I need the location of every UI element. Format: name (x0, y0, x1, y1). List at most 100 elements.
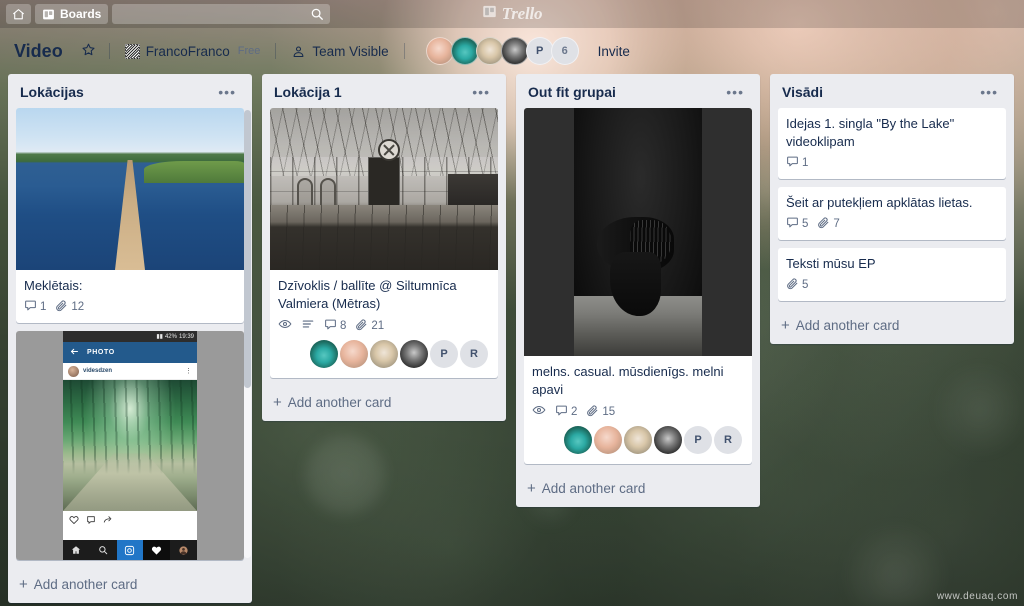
avatar[interactable]: R (714, 426, 742, 454)
comment-badge: 2 (555, 404, 577, 420)
list-lokacijas: Lokācijas ••• Meklētais: 1 12 ▮▮ 42% 19:… (8, 74, 252, 603)
card-body: Meklētais: 1 12 (16, 270, 244, 323)
card-cover-greenhouse-photo (270, 108, 498, 270)
add-card-label: Add another card (795, 318, 900, 333)
avatar[interactable] (500, 37, 529, 65)
add-card-label: Add another card (541, 481, 646, 496)
comment-count: 2 (571, 405, 578, 418)
list-header: Lokācijas ••• (8, 74, 252, 108)
avatar[interactable] (370, 340, 398, 368)
team-button[interactable]: FrancoFranco Free (119, 40, 267, 63)
list-title[interactable]: Out fit grupai (528, 84, 616, 100)
avatar[interactable] (564, 426, 592, 454)
watch-eye-icon (532, 403, 546, 420)
plan-badge: Free (237, 45, 261, 57)
home-icon (63, 540, 90, 560)
avatar[interactable]: P (525, 37, 554, 65)
avatar[interactable]: R (460, 340, 488, 368)
team-visible-icon (291, 44, 306, 59)
avatar[interactable] (654, 426, 682, 454)
list-title[interactable]: Visādi (782, 84, 823, 100)
attachment-badge: 15 (586, 404, 615, 420)
list-scrollbar[interactable] (244, 110, 251, 558)
list-cards: Idejas 1. singla "By the Lake" videoklip… (770, 108, 1014, 309)
attachment-badge: 12 (55, 299, 84, 315)
heart-icon (69, 512, 79, 530)
invite-button[interactable]: Invite (592, 40, 636, 63)
avatar[interactable] (450, 37, 479, 65)
card[interactable]: ▮▮ 42% 19:39 PHOTO videsdzen ⋮ (16, 331, 244, 560)
add-another-card-button[interactable]: + Add another card (770, 309, 1014, 344)
avatar[interactable]: P (684, 426, 712, 454)
list-menu-icon[interactable]: ••• (974, 85, 1004, 99)
home-button[interactable] (6, 4, 31, 24)
list-cards: Dzīvoklis / ballīte @ Siltumnīca Valmier… (262, 108, 506, 386)
list-out-fit-grupai: Out fit grupai ••• melns. casual. mūsdie… (516, 74, 760, 507)
attachment-count: 12 (71, 301, 85, 313)
card[interactable]: Šeit ar putekļiem apklātas lietas. 5 7 (778, 187, 1006, 240)
list-title[interactable]: Lokācijas (20, 84, 84, 100)
attachment-count: 21 (371, 319, 385, 332)
post-user-row: videsdzen ⋮ (63, 363, 197, 380)
attachment-count: 7 (833, 218, 840, 230)
header-divider-2 (275, 43, 277, 59)
scrollbar-thumb[interactable] (244, 110, 251, 388)
card-badges: 1 12 (24, 299, 236, 319)
avatar[interactable] (624, 426, 652, 454)
card[interactable]: melns. casual. mūsdienīgs. melni apavi 2… (524, 108, 752, 464)
avatar[interactable] (310, 340, 338, 368)
page-title[interactable]: Video (14, 41, 63, 62)
avatar[interactable]: P (430, 340, 458, 368)
list-menu-icon[interactable]: ••• (466, 85, 496, 99)
list-menu-icon[interactable]: ••• (212, 85, 242, 99)
add-another-card-button[interactable]: + Add another card (516, 472, 760, 507)
card-cover-lake-pier-photo (16, 108, 244, 270)
post-username: videsdzen (83, 368, 113, 374)
avatar[interactable] (400, 340, 428, 368)
card[interactable]: Teksti mūsu EP 5 (778, 248, 1006, 301)
greenhouse-floor (270, 205, 498, 270)
boards-button[interactable]: Boards (35, 4, 109, 24)
avatar[interactable] (594, 426, 622, 454)
attachment-count: 15 (602, 405, 616, 418)
team-name: FrancoFranco (145, 43, 230, 59)
list-cards: Meklētais: 1 12 ▮▮ 42% 19:39 PHOTO vides… (8, 108, 252, 568)
avatar[interactable] (475, 37, 504, 65)
signal-icon: ▮▮ (156, 334, 163, 340)
add-card-label: Add another card (33, 577, 138, 592)
star-icon (81, 42, 96, 60)
visibility-button[interactable]: Team Visible (285, 40, 394, 63)
comment-count: 5 (802, 218, 809, 230)
card-title: Idejas 1. singla "By the Lake" videoklip… (786, 116, 955, 149)
card-members: P R (278, 338, 490, 374)
add-another-card-button[interactable]: + Add another card (8, 568, 252, 603)
list-menu-icon[interactable]: ••• (720, 85, 750, 99)
card[interactable]: Dzīvoklis / ballīte @ Siltumnīca Valmier… (270, 108, 498, 378)
search-input[interactable] (112, 4, 331, 24)
greenhouse-door (368, 156, 400, 211)
avatar[interactable] (340, 340, 368, 368)
card-body: Dzīvoklis / ballīte @ Siltumnīca Valmier… (270, 270, 498, 378)
greenhouse-chair (297, 178, 314, 209)
profile-icon (170, 540, 197, 560)
trello-logo-icon (482, 4, 497, 24)
battery-percent: 42% (164, 333, 177, 340)
plus-icon: + (781, 317, 790, 334)
list-title[interactable]: Lokācija 1 (274, 84, 342, 100)
card[interactable]: Idejas 1. singla "By the Lake" videoklip… (778, 108, 1006, 179)
card-title: Teksti mūsu EP (786, 256, 876, 271)
comment-badge: 5 (786, 216, 808, 232)
attachment-icon (55, 299, 68, 315)
member-overflow-badge[interactable]: 6 (550, 37, 579, 65)
phone-screenshot: ▮▮ 42% 19:39 PHOTO videsdzen ⋮ (63, 331, 197, 560)
heart-icon (143, 540, 171, 560)
card-badges: 5 (786, 277, 998, 297)
list-visadi: Visādi ••• Idejas 1. singla "By the Lake… (770, 74, 1014, 344)
post-actions (63, 511, 197, 530)
star-button[interactable] (77, 38, 100, 64)
card[interactable]: Meklētais: 1 12 (16, 108, 244, 323)
team-logo-icon (124, 43, 140, 59)
add-another-card-button[interactable]: + Add another card (262, 386, 506, 421)
watch-badge (278, 317, 292, 334)
avatar[interactable] (425, 37, 454, 65)
